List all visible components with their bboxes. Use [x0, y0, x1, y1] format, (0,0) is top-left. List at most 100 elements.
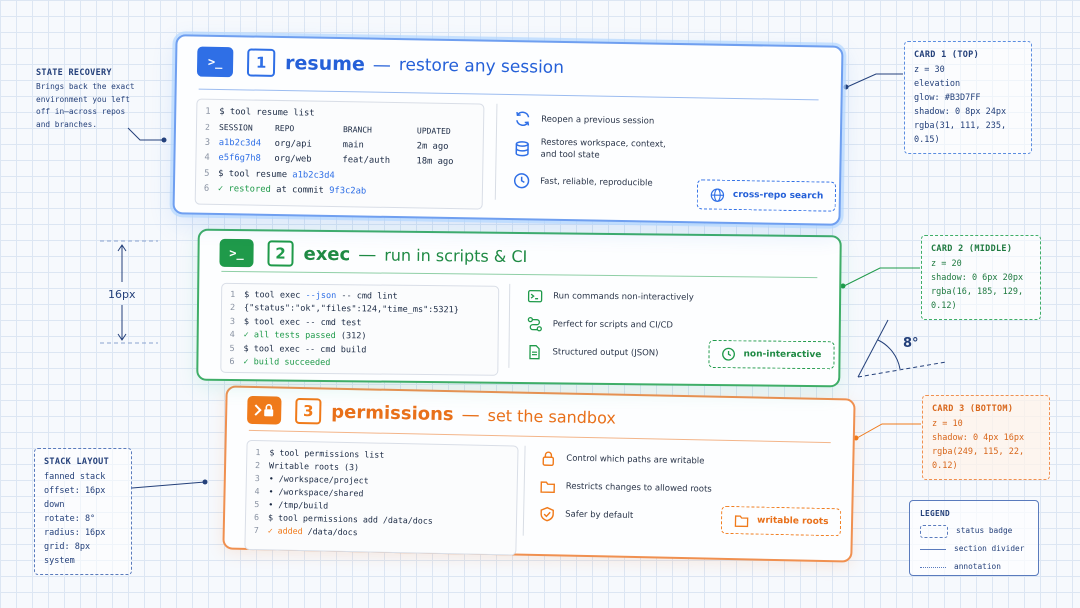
code-text: $ tool exec [244, 289, 306, 301]
angle-base-line [857, 361, 947, 378]
legend-annotation-swatch [920, 566, 946, 568]
line-number: 2 [204, 122, 210, 132]
updated-cell: 2m ago [416, 141, 449, 152]
lock-icon [542, 451, 555, 466]
state-recovery-line: off in—across repos [36, 107, 126, 116]
table-header: SESSION [218, 122, 253, 133]
card2-note-line: z = 20 [931, 259, 962, 269]
state-recovery-note: STATE RECOVERY Brings back the exact env… [36, 66, 135, 131]
writable-roots-badge: writable roots [720, 505, 842, 537]
feature-item: Control which paths are writable [540, 450, 705, 469]
column-divider [508, 283, 511, 368]
code-text: $ tool resume [218, 168, 293, 180]
repo-cell: org/api [274, 138, 312, 150]
terminal-icon: >_ [196, 46, 234, 78]
legend-item-label: annotation [954, 562, 1001, 571]
success-text: ✓ build succeeded [243, 357, 331, 369]
card1-note-line: rgba(31, 111, 235, 0.15) [914, 121, 1007, 145]
card1-note-line: glow: #B3D7FF [914, 93, 981, 103]
card1-note-heading: CARD 1 (TOP) [914, 50, 980, 60]
line-number: 5 [254, 498, 260, 509]
card2-note-line: rgba(16, 185, 129, 0.12) [931, 287, 1024, 311]
column-divider [522, 445, 526, 536]
code-block: 1 $ tool resume list 2 SESSION REPO BRANCH UP… [194, 98, 485, 210]
code-text: Writable roots (3) [269, 459, 360, 472]
line-number: 4 [204, 152, 210, 164]
title-dash: — [358, 243, 377, 266]
legend-badge-swatch [920, 524, 948, 538]
code-text: at commit [270, 185, 330, 197]
card2-note: CARD 2 (MIDDLE) z = 20 shadow: 0 6px 20p… [921, 235, 1041, 320]
code-text: $ tool exec -- cmd build [243, 343, 367, 356]
card-subtitle: restore any session [398, 55, 565, 78]
line-number: 5 [229, 343, 235, 354]
command-name: permissions [331, 401, 454, 425]
feature-label: Structured output (JSON) [552, 347, 659, 359]
line-number: 2 [255, 459, 261, 470]
angle-label: 8° [903, 336, 919, 351]
card2-note-line: shadow: 0 6px 20px [931, 273, 1024, 283]
feature-label: and tool state [540, 149, 600, 161]
stack-layout-note: STACK LAYOUT fanned stack offset: 16px d… [34, 448, 132, 575]
success-text: ✓ restored [217, 184, 271, 196]
feature-item: Run commands non-interactively [527, 288, 694, 306]
card3-note: CARD 3 (BOTTOM) z = 10 shadow: 0 4px 16p… [922, 395, 1050, 480]
legend-heading: LEGEND [920, 509, 950, 518]
badge-label: writable roots [756, 515, 829, 528]
card1-note: CARD 1 (TOP) z = 30 elevation glow: #B3D… [904, 41, 1032, 154]
badge-label: cross-repo search [732, 189, 824, 202]
updated-cell: 18m ago [416, 156, 454, 168]
line-number: 2 [229, 303, 236, 314]
line-number: 4 [254, 485, 260, 496]
title-dash: — [372, 54, 392, 76]
branch-cell: feat/auth [342, 155, 391, 167]
card-number: 3 [294, 397, 322, 425]
card3-note-line: rgba(249, 115, 22, 0.12) [932, 447, 1025, 471]
stack-layout-line: fanned stack [44, 472, 106, 482]
clock-icon [513, 173, 530, 189]
flag-highlight: --json [305, 290, 337, 301]
card3-note-line: shadow: 0 4px 16px [932, 433, 1025, 443]
legend-item-divider: section divider [920, 540, 1028, 558]
card1-connector [846, 73, 903, 88]
line-number: 3 [254, 472, 260, 483]
code-text: -- cmd lint [336, 290, 398, 302]
card-number: 2 [267, 240, 294, 267]
feature-label: Control which paths are writable [566, 453, 705, 467]
feature-label: Perfect for scripts and CI/CD [552, 319, 674, 331]
feature-item: Restricts changes to allowed roots [540, 478, 712, 498]
exec-card-header: >_ 2 exec — run in scripts & CI [219, 238, 527, 270]
card2-note-heading: CARD 2 (MIDDLE) [931, 244, 1013, 254]
feature-label: Fast, reliable, reproducible [540, 176, 653, 189]
repo-cell: org/web [274, 154, 312, 165]
code-line: 6 ✓ build succeeded [229, 355, 489, 371]
feature-item: Fast, reliable, reproducible [513, 172, 653, 191]
feature-label: Reopen a previous session [541, 114, 655, 127]
code-block: 1 $ tool permissions list 2 Writable roots… [244, 439, 519, 556]
card-number: 1 [246, 48, 276, 77]
line-number: 1 [255, 446, 261, 457]
feature-label: Restricts changes to allowed roots [565, 481, 712, 495]
code-line: 6 ✓ restored at commit 9f3c2ab [204, 181, 474, 201]
stack-layout-heading: STACK LAYOUT [44, 457, 110, 467]
column-divider [494, 103, 498, 200]
connector-dot [202, 479, 208, 485]
card3-note-heading: CARD 3 (BOTTOM) [932, 404, 1014, 414]
branch-cell: main [342, 139, 364, 151]
stack-layout-line: grid: 8px system [44, 542, 91, 566]
table-header: UPDATED [416, 126, 451, 136]
line-number: 1 [230, 289, 236, 300]
feature-item: Perfect for scripts and CI/CD [527, 316, 673, 334]
legend-item-label: status badge [956, 526, 1013, 535]
stack-layout-line: rotate: 8° [44, 514, 96, 524]
code-text: $ tool exec -- cmd test [243, 316, 362, 329]
permissions-card: 3 permissions — set the sandbox 1 $ tool … [222, 385, 856, 563]
exec-card: >_ 2 exec — run in scripts & CI 1 $ tool … [196, 228, 842, 388]
offset-arrowhead-up [117, 244, 127, 252]
feature-label: Safer by default [565, 509, 634, 521]
card1-note-line: elevation [914, 79, 961, 89]
permissions-card-header: 3 permissions — set the sandbox [246, 395, 616, 432]
badge-label: non-interactive [743, 349, 822, 361]
state-recovery-line: Brings back the exact [36, 82, 135, 91]
legend-item-annotation: annotation [920, 558, 1028, 576]
